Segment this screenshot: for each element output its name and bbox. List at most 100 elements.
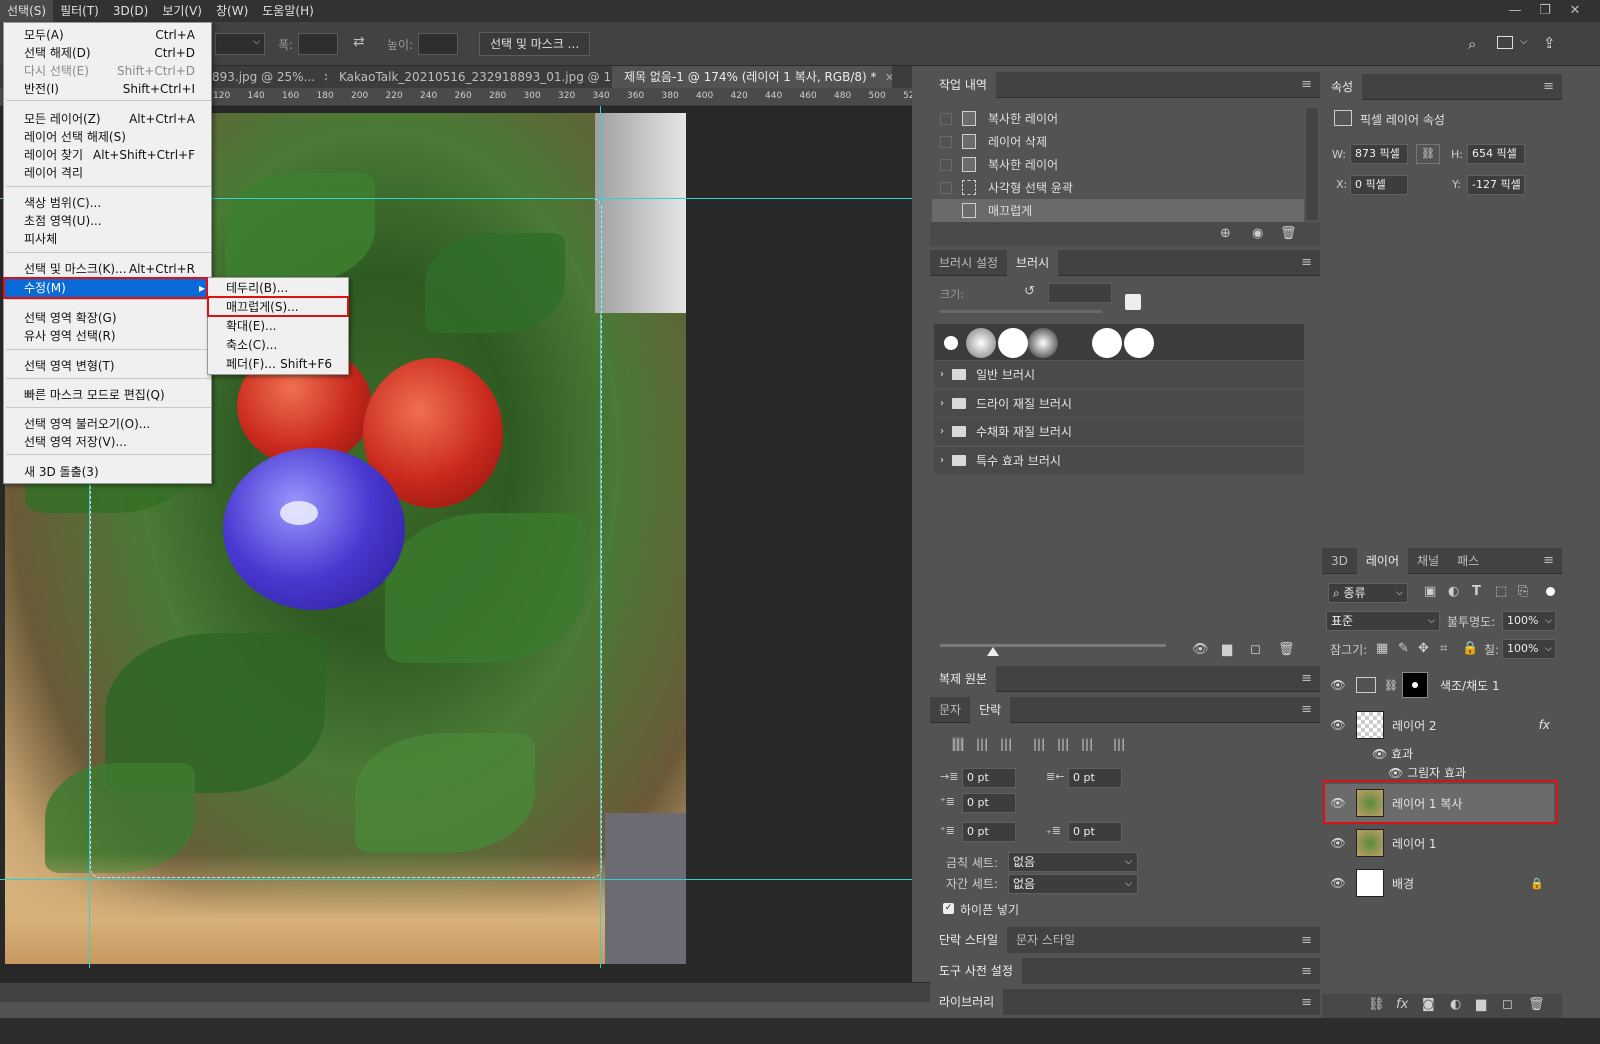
- add-mask-icon[interactable]: ◙: [1422, 997, 1435, 1012]
- swap-icon[interactable]: ⇄: [353, 34, 365, 50]
- eye-icon[interactable]: 👁: [1330, 678, 1346, 692]
- layer-row-layer-2[interactable]: 👁 레이어 2 fx: [1324, 706, 1554, 744]
- drop-shadow-effect-row[interactable]: 👁 그림자 효과: [1388, 764, 1466, 781]
- select-and-mask-button[interactable]: 선택 및 마스크 ...: [479, 32, 591, 56]
- tab-properties[interactable]: 속성: [1322, 73, 1363, 100]
- reset-icon[interactable]: ↺: [1024, 284, 1035, 299]
- eye-icon[interactable]: 👁: [1372, 747, 1391, 761]
- eye-icon[interactable]: 👁: [1330, 718, 1346, 732]
- mojikumi-select[interactable]: 없음 ⌵: [1008, 874, 1138, 894]
- link-layers-icon[interactable]: ⛓: [1368, 997, 1385, 1012]
- menu-help[interactable]: 도움말(H): [255, 0, 321, 22]
- history-item[interactable]: 복사한 레이어: [932, 107, 1304, 130]
- opacity-input[interactable]: 100% ⌵: [1502, 611, 1556, 631]
- menu-item-9[interactable]: 초점 영역(U)...: [4, 212, 211, 230]
- submenu-item-2[interactable]: 확대(E)...: [208, 317, 348, 336]
- align-icon-3[interactable]: |||: [1033, 737, 1045, 751]
- image-filter-icon[interactable]: ▣: [1424, 584, 1436, 599]
- tab-history[interactable]: 작업 내역: [930, 71, 996, 98]
- menu-item-8[interactable]: 색상 범위(C)...: [4, 194, 211, 212]
- indent-first-line-input[interactable]: 0 pt: [962, 793, 1016, 813]
- menu-item-4[interactable]: 모든 레이어(Z) Alt+Ctrl+A: [4, 110, 211, 128]
- align-icon-6[interactable]: |||: [1113, 737, 1125, 751]
- tab-libraries[interactable]: 라이브러리: [930, 989, 1004, 1015]
- share-icon[interactable]: ⇪: [1543, 34, 1556, 52]
- menu-item-10[interactable]: 피사체: [4, 230, 211, 248]
- menu-item-0[interactable]: 모두(A) Ctrl+A: [4, 26, 211, 44]
- camera-icon[interactable]: ◉: [1252, 226, 1263, 241]
- panel-menu-icon[interactable]: ≡: [1543, 79, 1554, 94]
- brush-preset[interactable]: [1124, 328, 1154, 358]
- new-group-icon[interactable]: ▆: [1476, 997, 1486, 1012]
- chevron-down-icon[interactable]: ⌵: [1520, 36, 1528, 47]
- tab-paths[interactable]: 패스: [1448, 548, 1488, 574]
- menu-item-6[interactable]: 레이어 찾기 Alt+Shift+Ctrl+F: [4, 146, 211, 164]
- shape-filter-icon[interactable]: ⬚: [1495, 584, 1507, 599]
- tab-paragraph-styles[interactable]: 단락 스타일: [930, 927, 1008, 953]
- filter-toggle-icon[interactable]: [1546, 587, 1555, 596]
- panel-menu-icon[interactable]: ≡: [1543, 553, 1554, 568]
- indent-left-input[interactable]: 0 pt: [962, 768, 1016, 788]
- lock-transparent-icon[interactable]: ▦: [1376, 641, 1388, 656]
- brush-preset[interactable]: [998, 328, 1028, 358]
- chevron-right-icon[interactable]: ›: [940, 398, 944, 409]
- panel-menu-icon[interactable]: ≡: [1301, 255, 1312, 270]
- history-item[interactable]: 복사한 레이어: [932, 153, 1304, 176]
- indent-right-input[interactable]: 0 pt: [1068, 768, 1122, 788]
- panel-menu-icon[interactable]: ≡: [1301, 995, 1312, 1010]
- x-field[interactable]: 0 픽셀: [1350, 175, 1408, 195]
- height-field[interactable]: 654 픽셀: [1467, 144, 1525, 164]
- close-tab-icon[interactable]: ×: [885, 70, 892, 84]
- tab-tool-presets[interactable]: 도구 사전 설정: [930, 958, 1022, 984]
- menu-view[interactable]: 보기(V): [155, 0, 209, 22]
- style-dropdown[interactable]: ⌵: [215, 33, 265, 55]
- history-checkbox[interactable]: [940, 112, 952, 125]
- brush-size-input[interactable]: [1048, 283, 1112, 303]
- menu-item-1[interactable]: 선택 해제(D) Ctrl+D: [4, 44, 211, 62]
- brush-preview-slider[interactable]: [940, 644, 1166, 647]
- folder-icon[interactable]: ▆: [1222, 642, 1232, 657]
- height-input[interactable]: [418, 33, 458, 55]
- trash-icon[interactable]: 🗑: [1278, 642, 1295, 657]
- menu-item-15[interactable]: 선택 영역 변형(T): [4, 357, 211, 375]
- history-checkbox[interactable]: [940, 158, 952, 171]
- brush-preset[interactable]: [1092, 328, 1122, 358]
- lock-position-icon[interactable]: ✥: [1418, 641, 1429, 656]
- y-field[interactable]: -127 픽셀: [1467, 175, 1525, 195]
- brush-preset[interactable]: [966, 328, 996, 358]
- menu-3d[interactable]: 3D(D): [106, 0, 155, 22]
- close-window-icon[interactable]: ✕: [1560, 0, 1590, 22]
- search-icon[interactable]: ⌕: [1468, 35, 1476, 53]
- menu-item-3[interactable]: 반전(I) Shift+Ctrl+I: [4, 80, 211, 98]
- brush-preset[interactable]: [1028, 328, 1058, 358]
- align-icon-2[interactable]: |||: [1000, 737, 1012, 751]
- blend-mode-select[interactable]: 표준 ⌵: [1326, 611, 1440, 631]
- history-item[interactable]: 사각형 선택 윤곽: [932, 176, 1304, 199]
- trash-icon[interactable]: 🗑: [1280, 226, 1297, 241]
- new-document-icon[interactable]: ⊕: [1220, 226, 1231, 241]
- lock-image-icon[interactable]: ✎: [1398, 641, 1409, 656]
- align-icon-4[interactable]: |||: [1057, 737, 1069, 751]
- submenu-item-3[interactable]: 축소(C)...: [208, 336, 348, 355]
- layer-row-layer-1[interactable]: 👁 레이어 1: [1324, 824, 1554, 862]
- layer-row-hue-saturation[interactable]: 👁 ⛓ 색조/채도 1: [1324, 666, 1554, 704]
- brush-preset[interactable]: [944, 336, 958, 350]
- tab-3d[interactable]: 3D: [1322, 548, 1357, 574]
- fx-icon[interactable]: fx: [1539, 718, 1550, 732]
- menu-item-16[interactable]: 빠른 마스크 모드로 편집(Q): [4, 386, 211, 404]
- space-after-input[interactable]: 0 pt: [1068, 822, 1122, 842]
- eye-icon[interactable]: 👁: [1330, 876, 1346, 890]
- hyphenate-checkbox[interactable]: ✓: [943, 903, 954, 914]
- new-layer-icon[interactable]: ◻: [1502, 997, 1513, 1012]
- link-icon[interactable]: ⛓: [1416, 144, 1440, 164]
- fill-input[interactable]: 100% ⌵: [1502, 639, 1556, 659]
- new-brush-icon[interactable]: [1125, 294, 1141, 310]
- history-checkbox[interactable]: [940, 181, 952, 194]
- chevron-right-icon[interactable]: ›: [940, 426, 944, 437]
- menu-item-5[interactable]: 레이어 선택 해제(S): [4, 128, 211, 146]
- minimize-icon[interactable]: —: [1500, 0, 1530, 22]
- artboard-lock-icon[interactable]: ⌗: [1440, 641, 1447, 656]
- brush-folder[interactable]: › 일반 브러시: [934, 361, 1304, 388]
- panel-menu-icon[interactable]: ≡: [1301, 702, 1312, 717]
- restore-icon[interactable]: ❐: [1530, 0, 1560, 22]
